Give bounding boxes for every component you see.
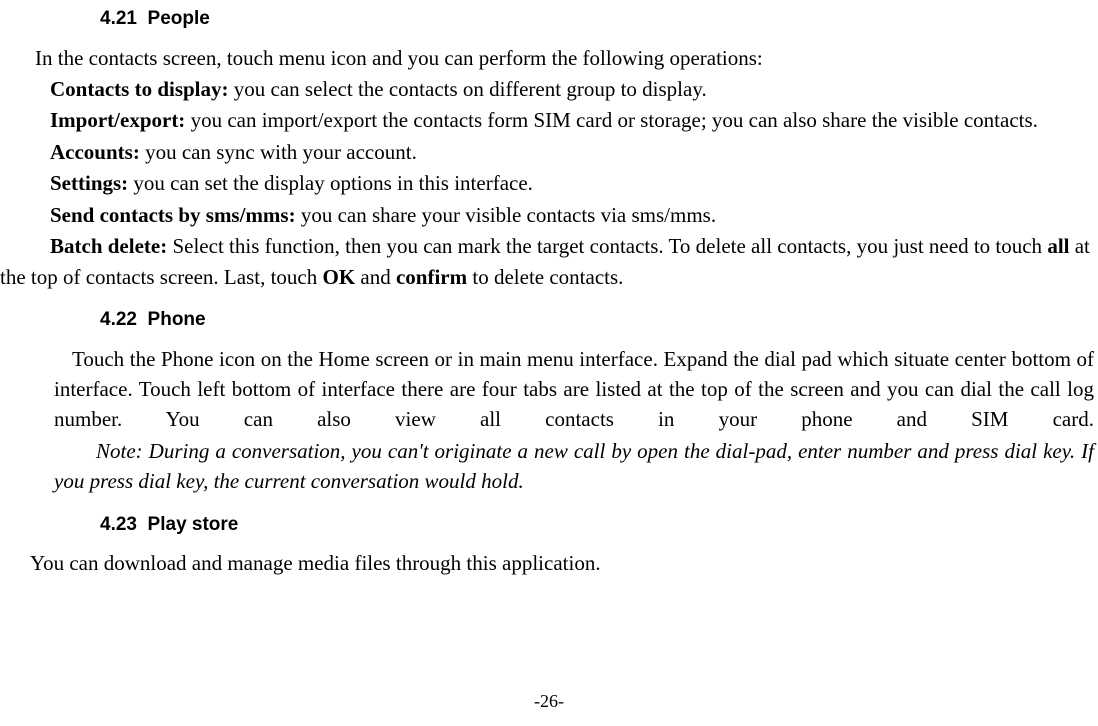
label: Settings: <box>50 171 128 195</box>
label: Batch delete: <box>50 234 167 258</box>
text: you can sync with your account. <box>140 140 417 164</box>
phone-para: Touch the Phone icon on the Home screen … <box>54 344 1094 435</box>
section-title: Phone <box>148 309 206 330</box>
text: you can set the display options in this … <box>128 171 533 195</box>
section-heading-play-store: 4.23 Play store <box>100 511 1098 539</box>
section-number: 4.21 <box>100 8 137 29</box>
phone-block: Touch the Phone icon on the Home screen … <box>0 344 1098 497</box>
label: Contacts to display: <box>50 77 229 101</box>
text: and <box>355 265 396 289</box>
label: Accounts: <box>50 140 140 164</box>
bold-all: all <box>1047 234 1069 258</box>
text: you can select the contacts on different… <box>229 77 707 101</box>
item-send-contacts: Send contacts by sms/mms: you can share … <box>0 200 1098 230</box>
item-accounts: Accounts: you can sync with your account… <box>0 137 1098 167</box>
page-number: -26- <box>0 688 1098 714</box>
section-title: People <box>148 8 210 29</box>
item-batch-delete: Batch delete: Select this function, then… <box>0 231 1098 292</box>
item-settings: Settings: you can set the display option… <box>0 168 1098 198</box>
phone-note: Note: During a conversation, you can't o… <box>54 436 1094 497</box>
label: Import/export: <box>50 108 185 132</box>
bold-ok: OK <box>322 265 355 289</box>
text: Select this function, then you can mark … <box>167 234 1047 258</box>
text: you can import/export the contacts form … <box>185 108 1038 132</box>
document-page: 4.21 People In the contacts screen, touc… <box>0 0 1098 579</box>
bold-confirm: confirm <box>396 265 467 289</box>
item-contacts-to-display: Contacts to display: you can select the … <box>0 74 1098 104</box>
section-number: 4.22 <box>100 309 137 330</box>
play-store-text: You can download and manage media files … <box>0 548 1098 578</box>
section-title: Play store <box>148 514 239 535</box>
section-heading-phone: 4.22 Phone <box>100 306 1098 334</box>
text: to delete contacts. <box>467 265 623 289</box>
item-import-export: Import/export: you can import/export the… <box>0 105 1098 135</box>
label: Send contacts by sms/mms: <box>50 203 296 227</box>
people-intro: In the contacts screen, touch menu icon … <box>0 43 1098 73</box>
section-number: 4.23 <box>100 514 137 535</box>
text: you can share your visible contacts via … <box>296 203 717 227</box>
section-heading-people: 4.21 People <box>100 5 1098 33</box>
